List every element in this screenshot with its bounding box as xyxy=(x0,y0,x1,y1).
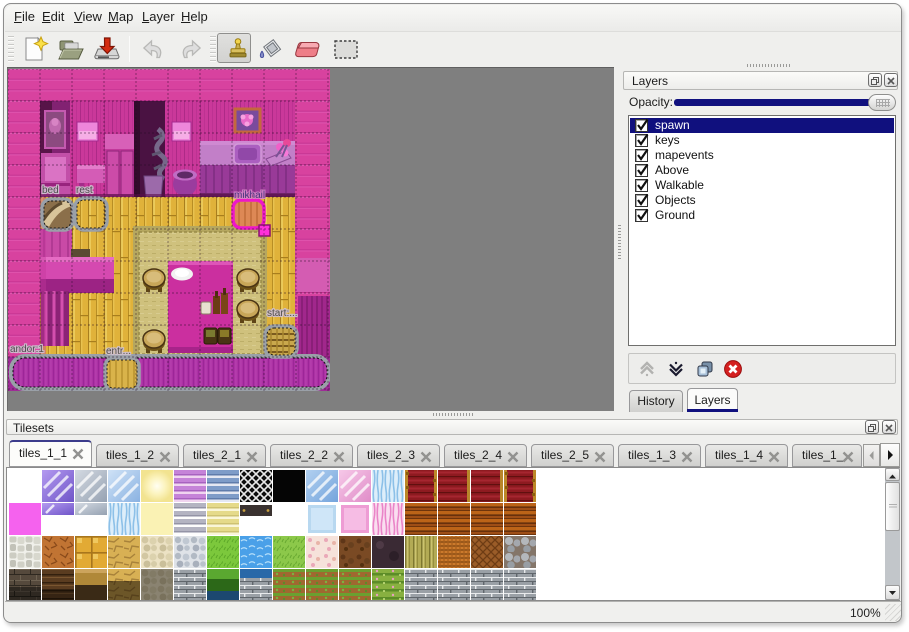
svg-text:mikhail: mikhail xyxy=(234,190,265,201)
svg-text:start:...: start:... xyxy=(267,308,298,319)
svg-text:andor:1: andor:1 xyxy=(10,344,44,355)
svg-text:entr...: entr... xyxy=(106,346,131,357)
svg-text:bed: bed xyxy=(42,185,59,196)
svg-text:rest: rest xyxy=(76,185,93,196)
